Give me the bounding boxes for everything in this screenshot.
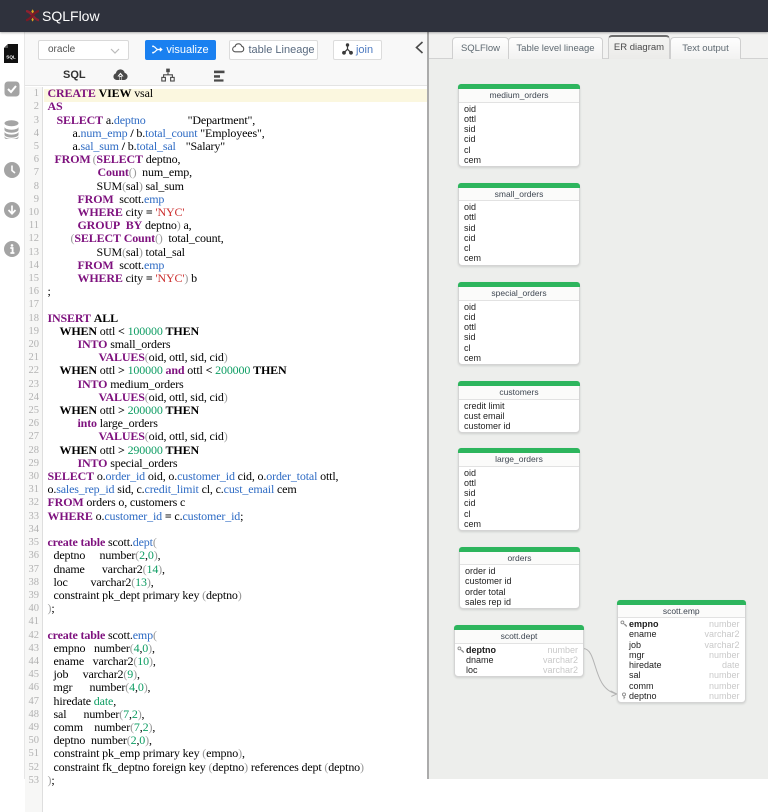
svg-text:SQL: SQL	[6, 55, 16, 60]
